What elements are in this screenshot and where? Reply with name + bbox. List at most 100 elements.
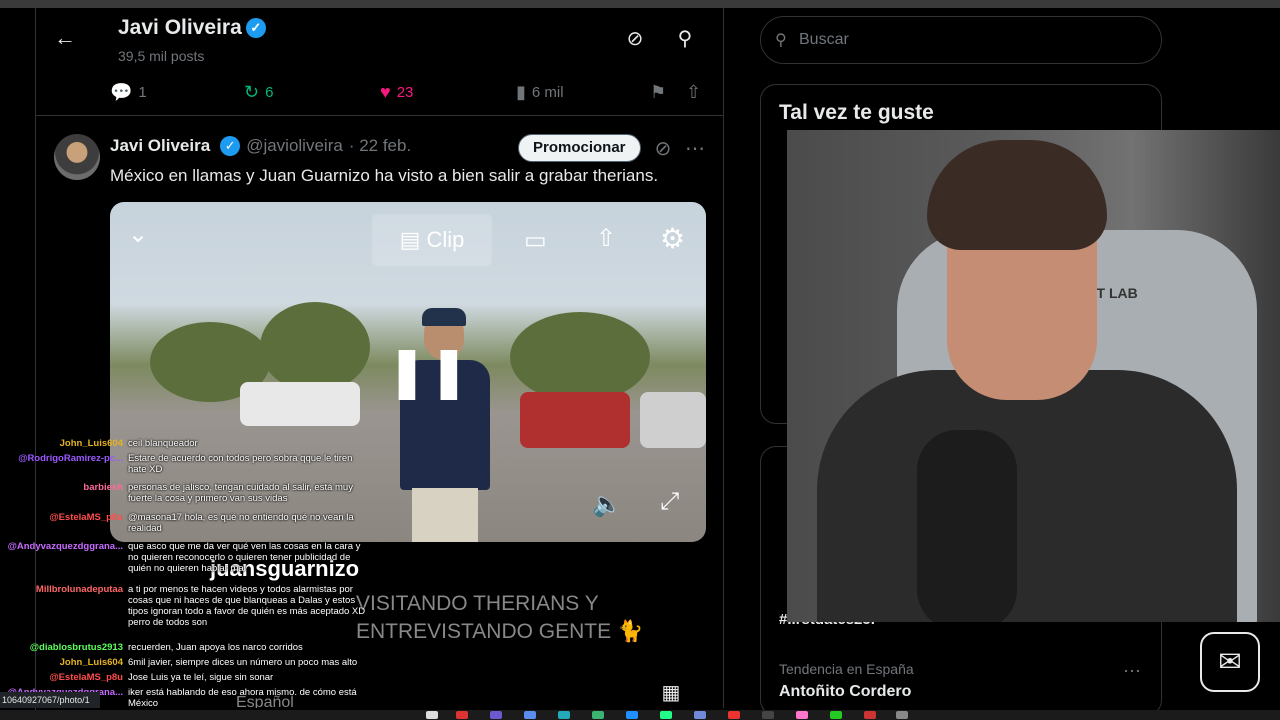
taskbar-app-icon[interactable] [524,711,536,719]
chat-username: @RodrigoRamirez-pc... [18,453,123,464]
chat-text: 6mil javier, siempre dices un número un … [128,657,358,668]
bookmark-icon: ⚑ [650,82,667,102]
verified-badge-icon: ✓ [220,136,241,156]
grok-icon[interactable]: ⊘ [622,26,648,52]
chat-message: @EstelaMS_p8u Jose Luis ya te leí, sigue… [0,672,368,683]
back-arrow-icon[interactable]: ← [54,26,78,50]
repost-icon: ↻ [244,82,260,102]
fullscreen-icon[interactable]: ⤢ [660,488,679,516]
repost-button[interactable]: ↻ 6 [244,82,273,103]
chat-message: @EstelaMS_p8u @masona17 hola, es qué no … [0,512,368,534]
post-text: México en llamas y Juan Guarnizo ha vist… [110,166,659,185]
taskbar-app-icon[interactable] [864,711,876,719]
chat-username: @EstelaMS_p8u [49,672,123,683]
view-count: 6 mil [531,84,564,101]
taskbar-app-icon[interactable] [456,711,468,719]
taskbar-app-icon[interactable] [592,711,604,719]
taskbar-app-icon[interactable] [558,711,570,719]
share-icon[interactable]: ⇧ [596,224,616,253]
mail-icon: ✉ [1218,646,1242,677]
trend-location-label: Tendencia en España [779,661,914,677]
chat-username: barbiesh [83,482,123,493]
post-author[interactable]: Javi Oliveira [110,136,210,156]
taskbar-app-icon[interactable] [762,711,774,719]
heart-icon: ♥ [380,82,391,102]
reply-count: 1 [138,84,147,101]
verified-badge-icon: ✓ [245,18,266,38]
taskbar-app-icon[interactable] [626,711,638,719]
avatar[interactable] [54,134,100,180]
grok-icon[interactable]: ⊘ [650,136,676,162]
chat-message: barbiesh personas de jalisco, tengan cui… [0,482,368,504]
chat-text: recuerden, Juan apoya los narco corridos [128,642,303,653]
chat-text: ceil blanqueador [128,438,198,449]
taskbar-app-icon[interactable] [426,711,438,719]
video-tree [510,312,650,402]
taskbar-app-icon[interactable] [694,711,706,719]
video-car [520,392,630,448]
browser-top-strip [0,0,1280,8]
like-count: 23 [396,84,414,101]
video-tree [260,302,370,392]
reply-button[interactable]: 💬 1 [110,82,147,103]
webcam-overlay: CRET LAB [787,130,1280,622]
taskbar-app-icon[interactable] [728,711,740,719]
search-icon[interactable]: ⚲ [672,26,698,52]
search-icon: ⚲ [775,32,787,49]
profile-header: ← Javi Oliveira ✓ 39,5 mil posts ⊘ ⚲ [36,8,723,70]
taskbar-app-icon[interactable] [796,711,808,719]
more-icon[interactable]: ⋯ [1123,661,1141,682]
chat-text: personas de jalisco, tengan cuidado al s… [128,482,353,504]
chevron-down-icon[interactable]: ⌄ [128,220,148,249]
more-icon[interactable]: ⋯ [682,136,708,162]
chat-text: Estare de acuerdo con todos pero sobra q… [128,453,353,475]
chat-message: John_Luis604 ceil blanqueador [0,438,368,449]
post-header: Javi Oliveira ✓ @javioliveira · 22 feb. [110,136,411,156]
taskbar-app-icon[interactable] [896,711,908,719]
stream-chat-overlay: John_Luis604 ceil blanqueador @RodrigoRa… [0,436,400,720]
webcam-person-body [817,370,1237,622]
share-icon: ⇧ [686,82,702,102]
taskbar-app-icon[interactable] [660,711,672,719]
post-handle[interactable]: @javioliveira [246,136,343,156]
sticker-icon[interactable]: ▦ [658,680,684,706]
chat-message: @diablosbrutus2913 recuerden, Juan apoya… [0,642,368,653]
taskbar-app-icon[interactable] [830,711,842,719]
views-button[interactable]: ▮ 6 mil [516,82,564,103]
post-action-bar: 💬 1 ↻ 6 ♥ 23 ▮ 6 mil ⚑ ⇧ [36,70,723,116]
taskbar [0,710,1280,720]
chat-text: iker está hablando de eso ahora mismo. d… [128,687,357,709]
chat-text: Jose Luis ya te leí, sigue sin sonar [128,672,274,683]
chat-username: @diablosbrutus2913 [29,642,123,653]
chat-message: Millbrolunadeputaa a ti por menos te hac… [0,584,368,628]
search-box[interactable]: ⚲ Buscar [760,16,1162,64]
volume-icon[interactable]: 🔈 [592,490,622,519]
taskbar-app-icon[interactable] [490,711,502,719]
like-button[interactable]: ♥ 23 [380,82,413,103]
chat-text: a ti por menos te hacen videos y todos a… [128,584,366,628]
might-like-title: Tal vez te guste [779,101,934,124]
bookmark-button[interactable]: ⚑ [650,82,666,103]
status-bar-url: 10640927067/photo/1 [0,692,100,708]
share-button[interactable]: ⇧ [686,82,701,103]
trend-name[interactable]: Antoñito Cordero [779,683,911,701]
chat-username: Millbrolunadeputaa [35,584,123,595]
gear-icon[interactable]: ⚙ [660,222,685,255]
cast-icon[interactable]: ▭ [524,226,547,255]
messages-button[interactable]: ✉ [1200,632,1260,692]
clip-button[interactable]: ▤ Clip [372,214,492,266]
webcam-person-hair [927,140,1107,250]
webcam-microphone [917,430,1017,622]
chat-username: John_Luis604 [59,657,123,668]
chat-text: que asco que me da ver qué ven las cosas… [128,541,361,574]
pause-icon[interactable]: ❚❚ [386,342,470,400]
profile-name: Javi Oliveira ✓ [118,16,266,40]
chat-text: @masona17 hola, es qué no entiendo qué n… [128,512,354,534]
chat-username: @EstelaMS_p8u [49,512,123,523]
bar-chart-icon: ▮ [516,82,526,102]
promote-button[interactable]: Promocionar [518,134,641,162]
video-car [240,382,360,426]
post-date[interactable]: · 22 feb. [349,136,411,156]
profile-post-count: 39,5 mil posts [118,48,205,64]
video-car [640,392,706,448]
